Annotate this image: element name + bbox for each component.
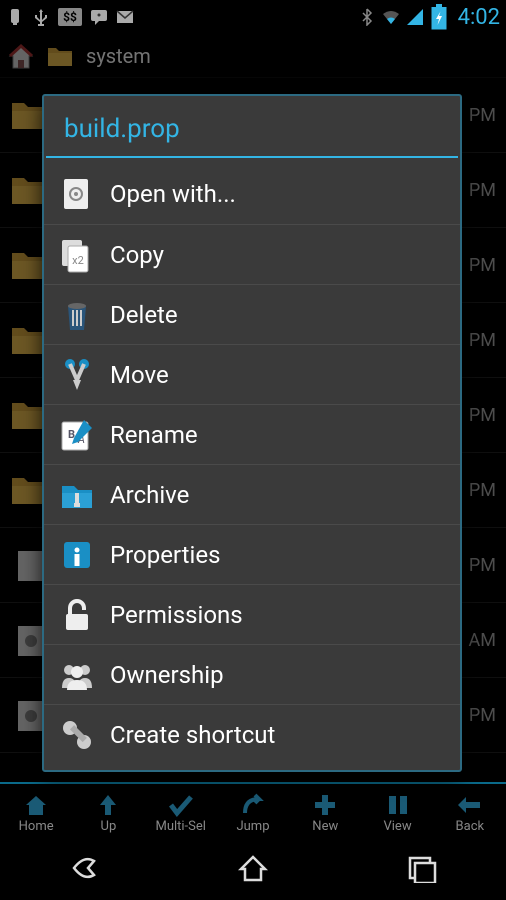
- nav-back-button[interactable]: [64, 853, 104, 887]
- usb-icon: [32, 8, 50, 26]
- menu-item-rename[interactable]: BA Rename: [44, 404, 460, 464]
- menu-label: Ownership: [110, 661, 224, 689]
- toolbar-view[interactable]: View: [361, 791, 433, 834]
- menu-item-create-shortcut[interactable]: Create shortcut: [44, 704, 460, 764]
- properties-icon: [58, 536, 96, 574]
- menu-label: Rename: [110, 421, 198, 449]
- dollar-icon: $$: [58, 8, 82, 26]
- menu-label: Create shortcut: [110, 721, 275, 749]
- menu-list: Open with... x2 Copy Delete Move BA Rena…: [44, 158, 460, 770]
- bluetooth-icon: [358, 8, 376, 26]
- wifi-icon: [382, 8, 400, 26]
- svg-text:x2: x2: [72, 254, 84, 267]
- toolbar-multisel[interactable]: Multi-Sel: [145, 791, 217, 834]
- menu-item-permissions[interactable]: Permissions: [44, 584, 460, 644]
- toolbar-home[interactable]: Home: [0, 791, 72, 834]
- status-time: 4:02: [458, 5, 500, 30]
- menu-item-copy[interactable]: x2 Copy: [44, 224, 460, 284]
- gmail-icon: [116, 8, 134, 26]
- toolbar-up[interactable]: Up: [72, 791, 144, 834]
- menu-label: Permissions: [110, 601, 243, 629]
- system-nav-bar: [0, 840, 506, 900]
- rename-icon: BA: [58, 416, 96, 454]
- archive-icon: [58, 476, 96, 514]
- menu-label: Open with...: [110, 180, 236, 208]
- bottom-toolbar: Home Up Multi-Sel Jump New View Back: [0, 782, 506, 840]
- menu-item-delete[interactable]: Delete: [44, 284, 460, 344]
- signal-icon: [406, 8, 424, 26]
- delete-icon: [58, 296, 96, 334]
- menu-label: Properties: [110, 541, 220, 569]
- toolbar-new[interactable]: New: [289, 791, 361, 834]
- sms-icon: [90, 8, 108, 26]
- shortcut-icon: [58, 716, 96, 754]
- menu-item-archive[interactable]: Archive: [44, 464, 460, 524]
- menu-label: Archive: [110, 481, 189, 509]
- dialog-title: build.prop: [46, 96, 458, 158]
- toolbar-back[interactable]: Back: [434, 791, 506, 834]
- copy-icon: x2: [58, 236, 96, 274]
- open-with-icon: [58, 175, 96, 213]
- context-menu-dialog: build.prop Open with... x2 Copy Delete M…: [42, 94, 462, 772]
- battery-icon: [430, 8, 448, 26]
- menu-label: Move: [110, 361, 169, 389]
- toolbar-jump[interactable]: Jump: [217, 791, 289, 834]
- permissions-icon: [58, 596, 96, 634]
- menu-label: Delete: [110, 301, 178, 329]
- menu-label: Copy: [110, 241, 164, 269]
- menu-item-open-with[interactable]: Open with...: [44, 164, 460, 224]
- ownership-icon: [58, 656, 96, 694]
- menu-item-properties[interactable]: Properties: [44, 524, 460, 584]
- android-icon: [6, 8, 24, 26]
- menu-item-ownership[interactable]: Ownership: [44, 644, 460, 704]
- nav-home-button[interactable]: [233, 853, 273, 887]
- nav-recent-button[interactable]: [402, 853, 442, 887]
- status-bar: $$ 4:02: [0, 0, 506, 34]
- menu-item-move[interactable]: Move: [44, 344, 460, 404]
- move-icon: [58, 356, 96, 394]
